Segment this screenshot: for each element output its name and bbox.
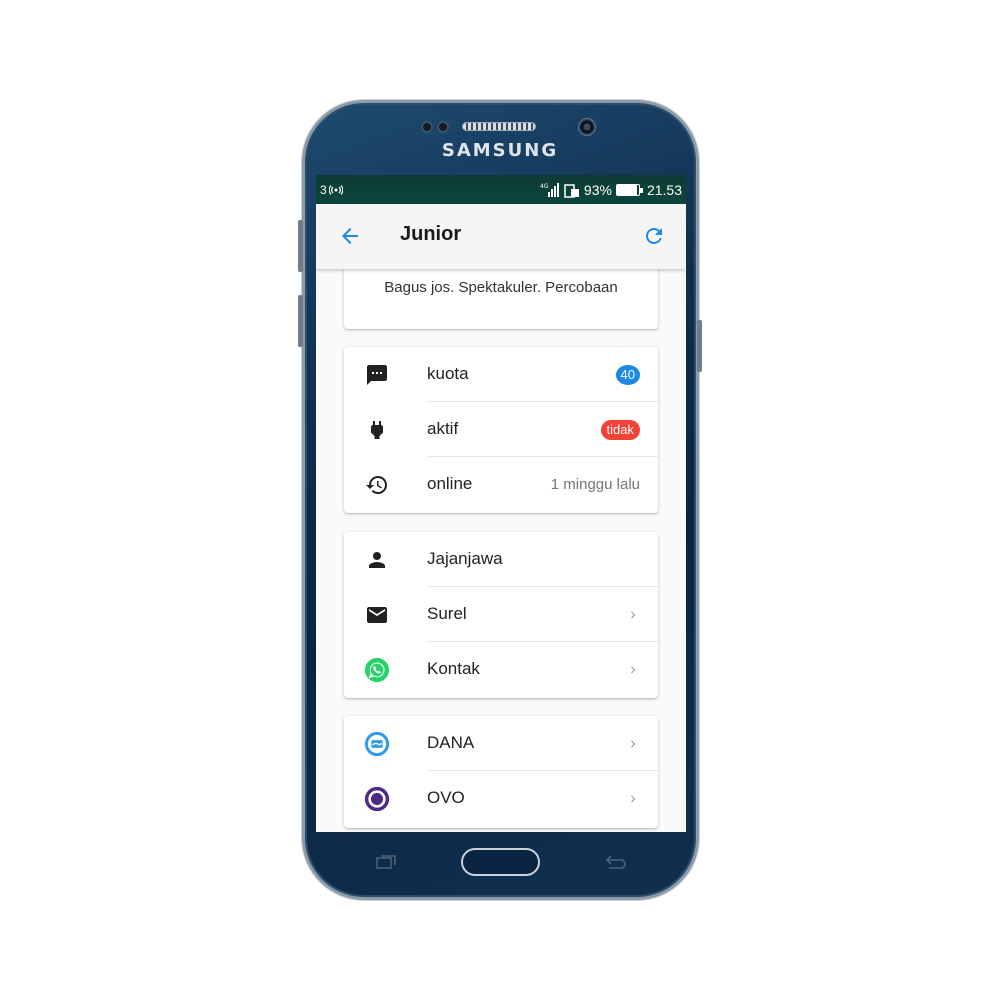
plug-icon	[364, 417, 390, 443]
item-label: online	[427, 474, 473, 493]
profile-content: Bagus jos. Spektakuler. Percobaan kuota …	[316, 259, 686, 832]
clock: 21.53	[646, 181, 682, 198]
whatsapp-icon	[364, 657, 390, 683]
sensor-icon	[421, 121, 433, 133]
list-item-kuota: kuota 40	[344, 347, 658, 402]
front-camera-icon	[578, 118, 596, 136]
power-button	[697, 320, 702, 372]
list-item-online: online 1 minggu lalu	[344, 457, 658, 512]
history-icon	[364, 472, 390, 498]
recent-apps-icon[interactable]	[376, 855, 396, 869]
device-brand: SAMSUNG	[441, 140, 559, 161]
item-label: aktif	[427, 419, 459, 438]
list-item-ovo[interactable]: OVO	[344, 771, 658, 826]
volume-button	[298, 220, 303, 272]
screen: 3 4G 93% 21.53 Junior Bagus jos. Spektak…	[316, 175, 686, 832]
earpiece-speaker	[462, 122, 536, 131]
status-bar: 3 4G 93% 21.53	[316, 175, 686, 204]
list-item-aktif: aktif tidak	[344, 402, 658, 457]
description-card: Bagus jos. Spektakuler. Percobaan	[344, 259, 658, 329]
home-button[interactable]	[461, 848, 540, 876]
chevron-right-icon	[631, 611, 636, 618]
list-item-surel[interactable]: Surel	[344, 587, 658, 642]
status-badge: tidak	[600, 419, 640, 440]
list-item-kontak[interactable]: Kontak	[344, 642, 658, 697]
chevron-right-icon	[631, 740, 636, 747]
count-badge: 40	[615, 364, 640, 385]
item-label: kuota	[427, 364, 469, 383]
volume-button-lower	[298, 295, 303, 347]
refresh-icon[interactable]	[642, 224, 666, 248]
back-key-icon[interactable]	[604, 853, 628, 871]
battery-percent: 93%	[583, 181, 612, 198]
ovo-icon	[364, 786, 390, 812]
list-item-user: Jajanjawa	[344, 532, 658, 587]
item-label: OVO	[427, 788, 465, 807]
svg-text:4G: 4G	[540, 183, 549, 190]
battery-fill	[616, 184, 638, 195]
data-saver-icon	[564, 183, 579, 198]
battery-icon	[615, 183, 643, 196]
chevron-right-icon	[631, 666, 636, 673]
signal-icon: 4G	[540, 182, 559, 197]
wallets-card: DANA OVO	[344, 716, 658, 828]
person-icon	[364, 547, 390, 573]
last-online-value: 1 minggu lalu	[550, 476, 640, 493]
list-item-dana[interactable]: DANA	[344, 716, 658, 771]
stats-card: kuota 40 aktif tidak online 1 minggu lal…	[344, 347, 658, 513]
arrow-back-icon[interactable]	[338, 224, 362, 248]
item-label: Surel	[427, 604, 467, 623]
page-title: Junior	[400, 223, 462, 245]
item-label: Kontak	[427, 659, 480, 678]
mail-icon	[364, 602, 390, 628]
sensor-icon	[437, 121, 449, 133]
app-bar: Junior	[316, 204, 686, 269]
username-label: Jajanjawa	[427, 549, 503, 568]
item-label: DANA	[427, 733, 475, 752]
hotspot-icon	[328, 184, 343, 195]
dana-icon	[364, 731, 390, 757]
message-icon	[364, 362, 390, 388]
carrier-label: 3	[320, 182, 327, 197]
chevron-right-icon	[631, 795, 636, 802]
contacts-card: Jajanjawa Surel Kontak	[344, 532, 658, 698]
